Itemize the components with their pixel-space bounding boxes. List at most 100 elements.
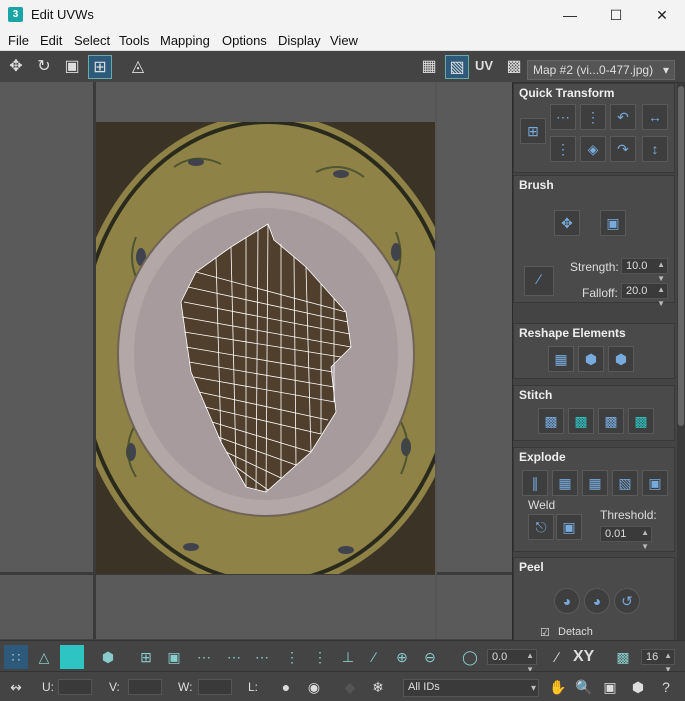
menu-display[interactable]: Display [278, 33, 321, 48]
relax-icon[interactable]: ⬢ [578, 346, 604, 372]
rotate-snap-icon[interactable]: ◯ [458, 645, 482, 669]
brush-title[interactable]: Brush [514, 176, 674, 194]
frame-icon[interactable]: ▣ [642, 470, 668, 496]
stitch-custom-icon[interactable]: ▩ [538, 408, 564, 434]
w-input[interactable] [198, 679, 232, 695]
space-vertical-icon[interactable]: ↕ [642, 136, 668, 162]
ring-icon[interactable]: ⋯ [250, 645, 274, 669]
align-grid-icon[interactable]: ⋮ [550, 136, 576, 162]
zoom-icon[interactable]: 🔍 [572, 675, 596, 699]
rotate-cw-icon[interactable]: ↷ [610, 136, 636, 162]
menu-options[interactable]: Options [222, 33, 267, 48]
texture-checker-icon[interactable]: ▧ [445, 55, 469, 79]
absolute-relative-icon[interactable]: ↭ [4, 675, 28, 699]
map-dropdown[interactable]: Map #2 (vi...0-477.jpg) ▾ [527, 60, 675, 80]
pack-icon[interactable]: ⬢ [608, 346, 634, 372]
freeze-icon[interactable]: ❄ [366, 675, 390, 699]
menu-tools[interactable]: Tools [119, 33, 149, 48]
element-mode-icon[interactable]: ⬢ [96, 645, 120, 669]
stitch-rollout: Stitch ▩ ▩ ▩ ▩ [513, 385, 675, 441]
v-input[interactable] [128, 679, 162, 695]
snap-value-spinner[interactable]: 16 ▲ ▼ [641, 649, 675, 674]
pan-icon[interactable]: ✋ [546, 675, 570, 699]
paint-shrink-icon[interactable]: ⊖ [418, 645, 442, 669]
detach-checkbox[interactable]: ☑ [540, 626, 550, 639]
panel-scrollbar-thumb[interactable] [678, 86, 684, 426]
falloff-spinner[interactable]: 20.0 ▲ ▼ [621, 283, 668, 308]
straighten-icon[interactable]: ▦ [548, 346, 574, 372]
threshold-spinner[interactable]: 0.01 ▲ ▼ [600, 526, 652, 551]
align-horizontal-icon[interactable]: ⋯ [550, 104, 576, 130]
zoom-extents-icon[interactable]: ⬢ [626, 675, 650, 699]
ring-grow-icon[interactable]: ⋮ [280, 645, 304, 669]
weld-selected-icon[interactable]: ⎋ [528, 514, 554, 540]
grid-snap-icon[interactable]: ▩ [611, 645, 635, 669]
stitch-title[interactable]: Stitch [514, 386, 674, 404]
threshold-value: 0.01 [605, 528, 627, 540]
reset-peel-icon[interactable]: ↺ [614, 588, 640, 614]
close-button[interactable]: ✕ [639, 0, 685, 30]
weld-target-icon[interactable]: ▣ [556, 514, 582, 540]
brush-relax-icon[interactable]: ▣ [600, 210, 626, 236]
snap-line-icon[interactable]: ∕ [545, 645, 569, 669]
loop-icon[interactable]: ⋯ [192, 645, 216, 669]
threshold-label: Threshold: [600, 508, 657, 522]
stitch-target-icon[interactable]: ▩ [628, 408, 654, 434]
pelt-icon[interactable]: ⊥ [336, 645, 360, 669]
peel-mode-icon[interactable]: ◕ [584, 588, 610, 614]
explode-icon[interactable]: ▦ [552, 470, 578, 496]
filter-icon[interactable]: ◆ [338, 675, 362, 699]
break-icon[interactable]: ∥ [522, 470, 548, 496]
menu-file[interactable]: File [8, 33, 29, 48]
flatten-icon[interactable]: ▦ [582, 470, 608, 496]
ring-shrink-icon[interactable]: ⋮ [308, 645, 332, 669]
help-icon[interactable]: ? [654, 675, 678, 699]
menu-view[interactable]: View [330, 33, 358, 48]
shrink-selection-icon[interactable]: ▣ [162, 645, 186, 669]
explode-title[interactable]: Explode [514, 448, 674, 466]
lock-icon[interactable]: ● [274, 675, 298, 699]
u-input[interactable] [58, 679, 92, 695]
edge-mode-icon[interactable]: △ [32, 645, 56, 669]
checker-explode-icon[interactable]: ▧ [612, 470, 638, 496]
move-icon[interactable]: ✥ [4, 55, 28, 79]
minimize-button[interactable]: — [547, 0, 593, 30]
grow-selection-icon[interactable]: ⊞ [134, 645, 158, 669]
strength-spinner[interactable]: 10.0 ▲ ▼ [621, 258, 668, 283]
chevron-down-icon: ▾ [530, 683, 536, 694]
rotate-ccw-icon[interactable]: ↶ [610, 104, 636, 130]
reshape-elements-title[interactable]: Reshape Elements [514, 324, 674, 342]
quick-transform-title[interactable]: Quick Transform [514, 84, 674, 102]
rotate-icon[interactable]: ↻ [32, 55, 56, 79]
eye-icon[interactable]: ◉ [302, 675, 326, 699]
paint-grow-icon[interactable]: ⊕ [390, 645, 414, 669]
align-vertical-icon[interactable]: ⋮ [580, 104, 606, 130]
peel-title[interactable]: Peel [514, 558, 674, 576]
stitch-source-icon[interactable]: ▩ [568, 408, 594, 434]
loop-grow-icon[interactable]: ⋯ [222, 645, 246, 669]
xy-toggle[interactable]: XY [573, 648, 594, 666]
space-horizontal-icon[interactable]: ↔ [642, 104, 668, 130]
ids-dropdown[interactable]: All IDs ▾ [403, 679, 539, 697]
brush-move-icon[interactable]: ✥ [554, 210, 580, 236]
maximize-button[interactable]: ☐ [593, 0, 639, 30]
distribute-icon[interactable]: ◈ [580, 136, 606, 162]
map-settings-icon[interactable]: ▩ [502, 55, 526, 79]
menu-edit[interactable]: Edit [40, 33, 62, 48]
stitch-average-icon[interactable]: ▩ [598, 408, 624, 434]
scale-icon[interactable]: ▣ [60, 55, 84, 79]
menu-mapping[interactable]: Mapping [160, 33, 210, 48]
rotate-angle-spinner[interactable]: 0.0 ▲ ▼ [487, 649, 537, 674]
brush-falloff-curve-icon[interactable]: ∕ [524, 266, 554, 296]
polygon-mode-icon[interactable]: ■ [60, 645, 84, 669]
zoom-region-icon[interactable]: ▣ [598, 675, 622, 699]
align-icon[interactable]: ⊞ [520, 118, 546, 144]
paint-select-icon[interactable]: ∕ [362, 645, 386, 669]
menu-select[interactable]: Select [74, 33, 110, 48]
vertex-mode-icon[interactable]: ∷ [4, 645, 28, 669]
mirror-icon[interactable]: ◬ [126, 55, 150, 79]
checker-icon[interactable]: ▦ [417, 55, 441, 79]
freeform-icon[interactable]: ⊞ [88, 55, 112, 79]
quick-peel-icon[interactable]: ◕ [554, 588, 580, 614]
uv-viewport[interactable] [0, 82, 512, 639]
